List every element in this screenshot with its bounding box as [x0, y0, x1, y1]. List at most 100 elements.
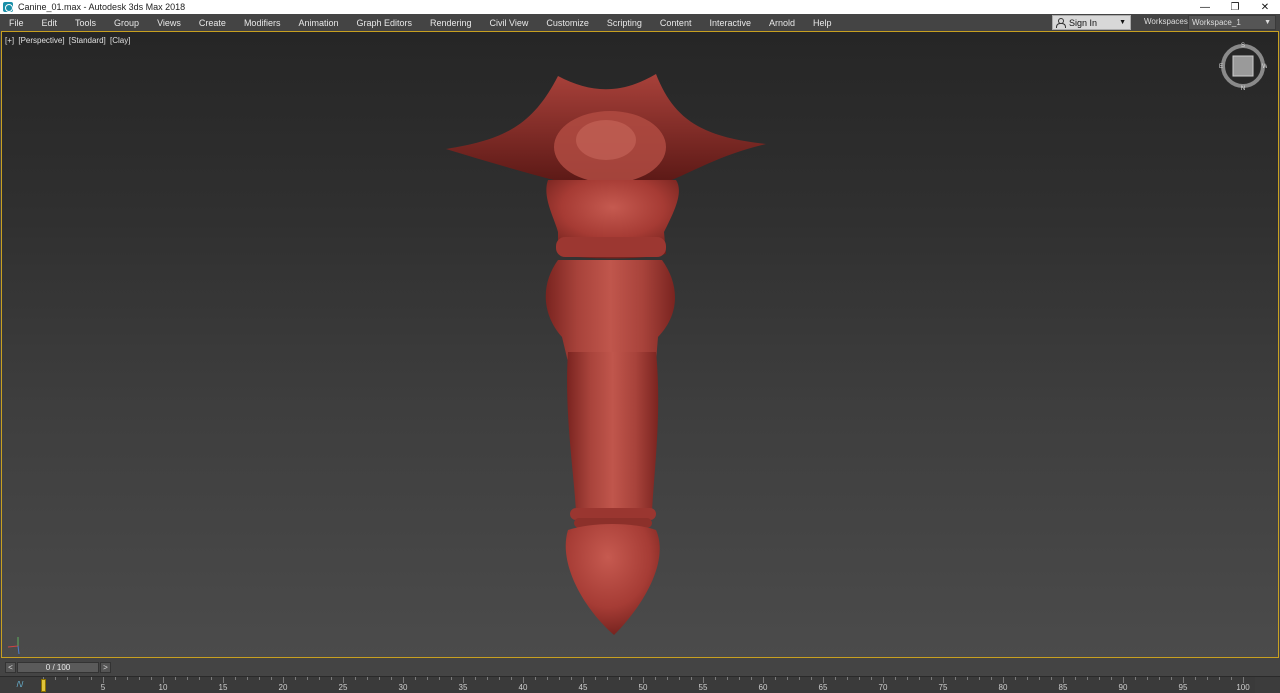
timeline-tick: [835, 677, 836, 680]
viewcube-face[interactable]: [1232, 55, 1254, 77]
timeline-ruler[interactable]: 0510152025303540455055606570758085909510…: [40, 677, 1255, 693]
canine-tooth-model[interactable]: [2, 32, 1279, 658]
timeline-tick: [871, 677, 872, 680]
timeline-tick: [427, 677, 428, 680]
chevron-down-icon: ▼: [1264, 19, 1271, 26]
workspace-select[interactable]: Workspace_1 ▼: [1188, 15, 1276, 30]
timeline-tick: [91, 677, 92, 680]
timeline-tick: [187, 677, 188, 680]
timeline-tick: [955, 677, 956, 680]
timeline-tick: [439, 677, 440, 680]
compass-letter-right: W: [1262, 64, 1267, 70]
timeline-tick: [1039, 677, 1040, 680]
menu-file[interactable]: File: [0, 18, 33, 28]
timeline-tick: [511, 677, 512, 680]
menu-group[interactable]: Group: [105, 18, 148, 28]
tooth-tip: [565, 524, 660, 635]
menu-customize[interactable]: Customize: [537, 18, 598, 28]
perspective-viewport[interactable]: [+] [Perspective] [Standard] [Clay] S N …: [1, 31, 1279, 658]
timeline-tick: [1219, 677, 1220, 680]
restore-button[interactable]: ❐: [1220, 0, 1250, 14]
timeline-tick-label: 65: [818, 683, 828, 692]
timeline-tick: [967, 677, 968, 680]
menu-animation[interactable]: Animation: [289, 18, 347, 28]
timeline-tick: [631, 677, 632, 680]
menu-help[interactable]: Help: [804, 18, 841, 28]
timeline-tick: [247, 677, 248, 680]
menu-modifiers[interactable]: Modifiers: [235, 18, 290, 28]
menu-rendering[interactable]: Rendering: [421, 18, 481, 28]
compass-letter-left: E: [1219, 64, 1223, 70]
close-button[interactable]: ✕: [1250, 0, 1280, 14]
timeline-tick: [1099, 677, 1100, 680]
timeline-tick: [79, 677, 80, 680]
timeline-tick: [907, 677, 908, 680]
timeline-tick: [67, 677, 68, 680]
time-slider-bar: < 0 / 100 >: [0, 659, 1280, 676]
track-bar: /\/ 051015202530354045505560657075808590…: [0, 676, 1280, 693]
menu-interactive[interactable]: Interactive: [700, 18, 760, 28]
timeline-tick-label: 50: [638, 683, 648, 692]
timeline-tick: [127, 677, 128, 680]
timeline-tick: [1147, 677, 1148, 680]
title-bar: Canine_01.max - Autodesk 3ds Max 2018 — …: [0, 0, 1280, 14]
menu-create[interactable]: Create: [190, 18, 235, 28]
timeline-tick-label: 75: [938, 683, 948, 692]
timeline-tick: [1087, 677, 1088, 680]
timeline-tick: [1135, 677, 1136, 680]
menu-content[interactable]: Content: [651, 18, 701, 28]
menu-bar: File Edit Tools Group Views Create Modif…: [0, 14, 1280, 31]
timeline-tick: [919, 677, 920, 680]
mini-curve-editor-icon[interactable]: /\/: [10, 679, 30, 690]
menu-scripting[interactable]: Scripting: [598, 18, 651, 28]
current-frame-marker[interactable]: [41, 679, 46, 692]
menu-tools[interactable]: Tools: [66, 18, 105, 28]
timeline-tick: [1027, 677, 1028, 680]
menu-arnold[interactable]: Arnold: [760, 18, 804, 28]
timeline-tick-label: 15: [218, 683, 228, 692]
menu-graph-editors[interactable]: Graph Editors: [347, 18, 421, 28]
timeline-tick: [751, 677, 752, 680]
user-icon: [1056, 18, 1066, 28]
timeline-tick: [331, 677, 332, 680]
app-logo-icon: [3, 2, 13, 12]
timeline-tick: [1171, 677, 1172, 680]
timeline-tick: [691, 677, 692, 680]
timeline-tick: [391, 677, 392, 680]
menu-edit[interactable]: Edit: [33, 18, 67, 28]
tooth-shaft: [567, 352, 659, 512]
timeline-tick: [619, 677, 620, 680]
timeline-tick: [295, 677, 296, 680]
viewcube[interactable]: S N W E: [1219, 42, 1267, 90]
workspace-value: Workspace_1: [1192, 18, 1241, 27]
axis-tripod-icon: [7, 637, 20, 655]
timeline-tick: [655, 677, 656, 680]
timeline-tick: [115, 677, 116, 680]
timeline-tick: [775, 677, 776, 680]
menu-views[interactable]: Views: [148, 18, 190, 28]
frame-readout: 0 / 100: [45, 663, 71, 672]
timeline-tick: [811, 677, 812, 680]
sign-in-label: Sign In: [1069, 17, 1098, 28]
timeline-tick: [571, 677, 572, 680]
timeline-tick-label: 10: [158, 683, 168, 692]
window-title: Canine_01.max - Autodesk 3ds Max 2018: [18, 2, 186, 12]
timeline-tick: [859, 677, 860, 680]
timeline-tick: [547, 677, 548, 680]
timeline-tick: [487, 677, 488, 680]
next-frame-button[interactable]: >: [100, 662, 111, 673]
timeline-tick: [55, 677, 56, 680]
timeline-tick: [1195, 677, 1196, 680]
sign-in-button[interactable]: Sign In ▼: [1052, 15, 1131, 30]
time-slider[interactable]: 0 / 100: [17, 662, 99, 673]
timeline-tick-label: 45: [578, 683, 588, 692]
timeline-tick: [211, 677, 212, 680]
menu-civil-view[interactable]: Civil View: [481, 18, 538, 28]
previous-frame-button[interactable]: <: [5, 662, 16, 673]
timeline-tick: [931, 677, 932, 680]
timeline-tick: [895, 677, 896, 680]
minimize-button[interactable]: —: [1190, 0, 1220, 14]
timeline-tick: [979, 677, 980, 680]
timeline-tick: [367, 677, 368, 680]
timeline-tick-label: 95: [1178, 683, 1188, 692]
